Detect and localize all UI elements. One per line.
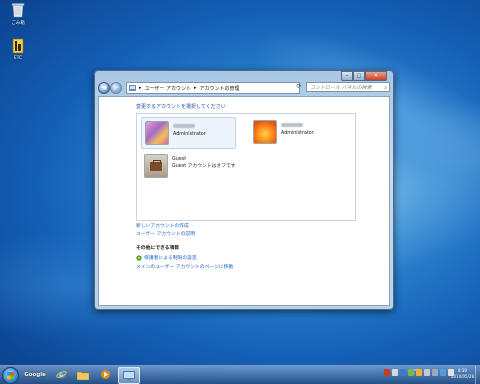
search-placeholder: コントロール パネルの検索 <box>310 85 372 91</box>
main-page-link[interactable]: メインのユーザー アカウントのページに移動 <box>136 263 233 270</box>
etc-app-icon <box>12 38 24 54</box>
breadcrumb-separator: ▸ <box>194 85 197 91</box>
account-role: Administrator <box>173 131 206 137</box>
taskbar-media-player[interactable] <box>96 367 114 382</box>
tray-app-icon[interactable] <box>432 369 438 376</box>
address-bar[interactable]: ▸ ユーザー アカウント ▸ アカウントの管理 <box>126 82 300 94</box>
recycle-bin-icon <box>11 3 25 18</box>
taskbar-internet-explorer[interactable]: e <box>52 367 70 382</box>
clock-date: 2010/05/28 <box>450 374 474 379</box>
desktop-icon-etc[interactable]: ETC <box>3 38 33 61</box>
tray-app-icon[interactable] <box>424 369 430 376</box>
control-panel-icon <box>123 370 135 381</box>
maximize-button[interactable]: □ <box>353 71 365 81</box>
search-input[interactable]: コントロール パネルの検索 ⌕ <box>306 82 390 92</box>
google-label: Google <box>24 371 46 378</box>
tray-app-icon[interactable] <box>416 369 422 376</box>
network-icon[interactable] <box>440 369 446 376</box>
parental-controls-icon <box>136 254 142 261</box>
svg-text:e: e <box>59 372 63 379</box>
butterfly-user-picture <box>145 121 169 145</box>
navigation-bar: ◀ ▶ ▸ ユーザー アカウント ▸ アカウントの管理 ⟳ コントロール パネル… <box>98 81 390 95</box>
start-button[interactable] <box>2 367 19 384</box>
internet-explorer-icon: e <box>55 370 67 379</box>
tray-app-icon[interactable] <box>400 369 406 376</box>
content-area: 変更するアカウントを選択してください Administrator Adminis… <box>98 96 390 306</box>
clock[interactable]: 8:39 2010/05/28 <box>451 368 474 380</box>
search-icon: ⌕ <box>384 85 387 91</box>
show-desktop-button[interactable] <box>475 366 480 384</box>
user-accounts-window: – □ ✕ ◀ ▶ ▸ ユーザー アカウント ▸ アカウントの管理 ⟳ コントロ… <box>94 70 394 310</box>
breadcrumb-user-accounts[interactable]: ユーザー アカウント <box>145 85 192 92</box>
close-button[interactable]: ✕ <box>365 71 387 81</box>
refresh-button[interactable]: ⟳ <box>294 82 304 92</box>
account-name: Guest <box>172 157 187 162</box>
control-panel-icon <box>129 85 136 91</box>
account-tile-guest[interactable]: Guest Guest アカウントはオフです <box>144 154 236 178</box>
desktop-icon-label: ETC <box>13 56 23 61</box>
account-role: Administrator <box>281 130 314 136</box>
minimize-button[interactable]: – <box>341 71 353 81</box>
taskbar-control-panel[interactable] <box>118 367 140 384</box>
create-account-link[interactable]: 新しいアカウントの作成 <box>136 222 189 229</box>
back-button[interactable]: ◀ <box>98 82 110 94</box>
account-tile-admin-1[interactable]: Administrator <box>141 117 236 149</box>
also-heading: その他にできる項目 <box>136 246 180 251</box>
tray-app-icon[interactable] <box>384 369 390 376</box>
parental-controls-link[interactable]: 保護者による制限の設定 <box>136 254 197 261</box>
accounts-panel: Administrator Administrator Guest Guest … <box>136 113 356 221</box>
account-status: Guest アカウントはオフです <box>172 163 236 169</box>
what-is-account-link[interactable]: ユーザー アカウントの説明 <box>136 230 195 237</box>
taskbar-explorer[interactable] <box>74 367 92 382</box>
clock-time: 8:39 <box>457 368 467 373</box>
guest-briefcase-picture <box>144 154 168 178</box>
account-name-redacted <box>173 124 195 128</box>
tray-app-icon[interactable] <box>392 369 398 376</box>
refresh-icon: ⟳ <box>296 83 302 90</box>
taskbar: Google e Latin JP 8:39 <box>0 365 480 384</box>
back-arrow-icon: ◀ <box>101 84 107 91</box>
system-tray <box>384 369 454 376</box>
forward-arrow-icon: ▶ <box>113 84 119 91</box>
breadcrumb-separator: ▸ <box>139 85 142 91</box>
media-player-icon <box>100 370 110 379</box>
window-controls: – □ ✕ <box>341 71 387 81</box>
breadcrumb-manage-accounts[interactable]: アカウントの管理 <box>200 85 240 92</box>
parental-controls-label: 保護者による制限の設定 <box>144 256 197 261</box>
forward-button[interactable]: ▶ <box>110 82 122 94</box>
desktop-icon-label: ごみ箱 <box>11 21 25 26</box>
windows-logo-icon <box>7 372 14 379</box>
account-name-redacted <box>281 123 303 127</box>
account-tile-admin-2[interactable]: Administrator <box>253 120 314 144</box>
flower-user-picture <box>253 120 277 144</box>
desktop-icon-recycle-bin[interactable]: ごみ箱 <box>3 2 33 26</box>
taskbar-google[interactable]: Google <box>20 367 50 382</box>
folder-icon <box>77 371 89 380</box>
tray-app-icon[interactable] <box>408 369 414 376</box>
page-heading: 変更するアカウントを選択してください <box>136 104 226 110</box>
